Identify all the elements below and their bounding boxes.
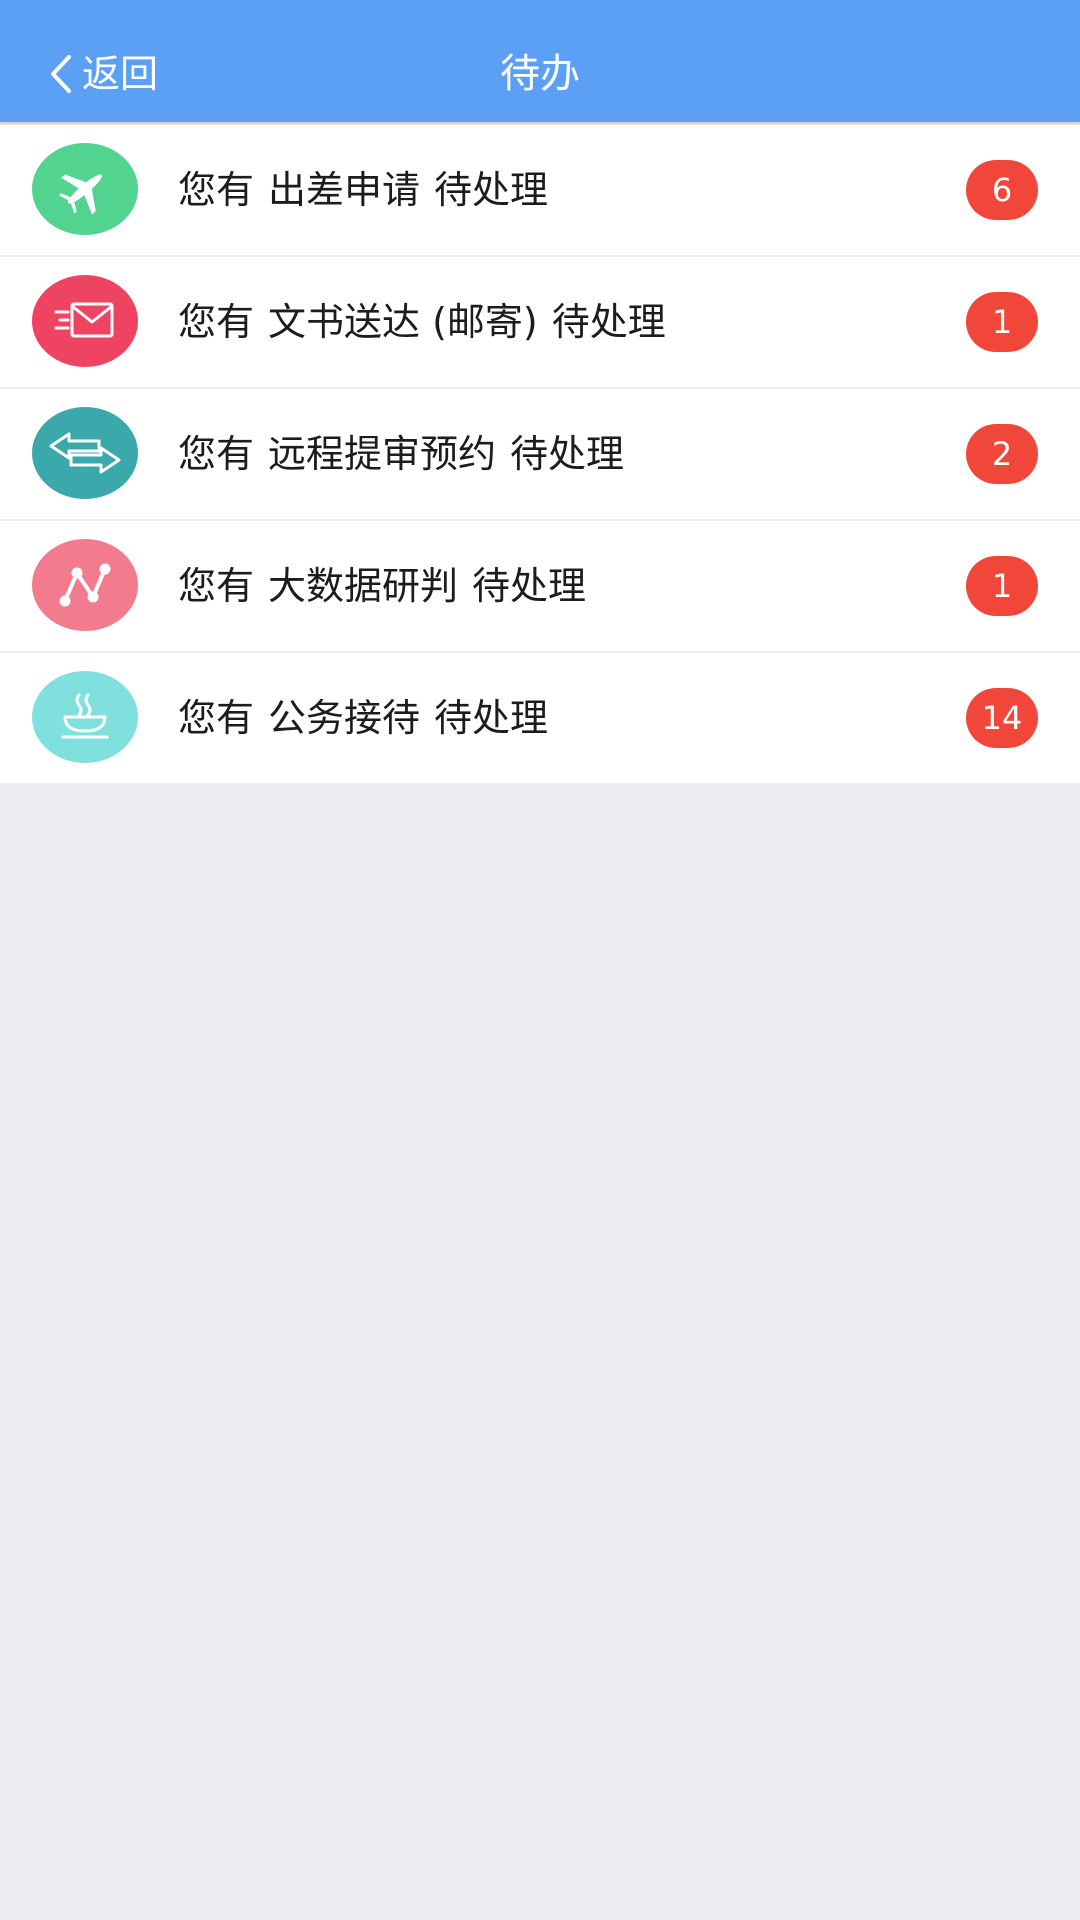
list-item-text: 您有 出差申请 待处理: [178, 168, 549, 212]
line-graph-icon: [32, 539, 138, 631]
count-badge: 2: [966, 424, 1038, 484]
list-item-text: 您有 公务接待 待处理: [178, 696, 549, 740]
list-item-text: 您有 文书送达 (邮寄) 待处理: [178, 300, 666, 344]
list-item-business-trip[interactable]: 您有 出差申请 待处理 6: [0, 125, 1080, 257]
list-item-big-data-analysis[interactable]: 您有 大数据研判 待处理 1: [0, 521, 1080, 653]
swap-arrows-icon: [32, 407, 138, 499]
list-item-text: 您有 远程提审预约 待处理: [178, 432, 625, 476]
nav-bar: 返回 待办: [0, 0, 1080, 122]
page-title: 待办: [500, 51, 580, 97]
count-badge: 1: [966, 292, 1038, 352]
tea-cup-icon: [32, 671, 138, 763]
airplane-icon: [32, 143, 138, 235]
list-item-remote-arraignment[interactable]: 您有 远程提审预约 待处理 2: [0, 389, 1080, 521]
list-item-official-reception[interactable]: 您有 公务接待 待处理 14: [0, 653, 1080, 783]
count-badge: 6: [966, 160, 1038, 220]
count-badge: 14: [966, 688, 1038, 748]
list-item-text: 您有 大数据研判 待处理: [178, 564, 587, 608]
list-item-document-delivery[interactable]: 您有 文书送达 (邮寄) 待处理 1: [0, 257, 1080, 389]
mail-icon: [32, 275, 138, 367]
count-badge: 1: [966, 556, 1038, 616]
todo-list: 您有 出差申请 待处理 6 您有 文书送达 (邮寄) 待处理 1 您有 远程提审…: [0, 125, 1080, 783]
